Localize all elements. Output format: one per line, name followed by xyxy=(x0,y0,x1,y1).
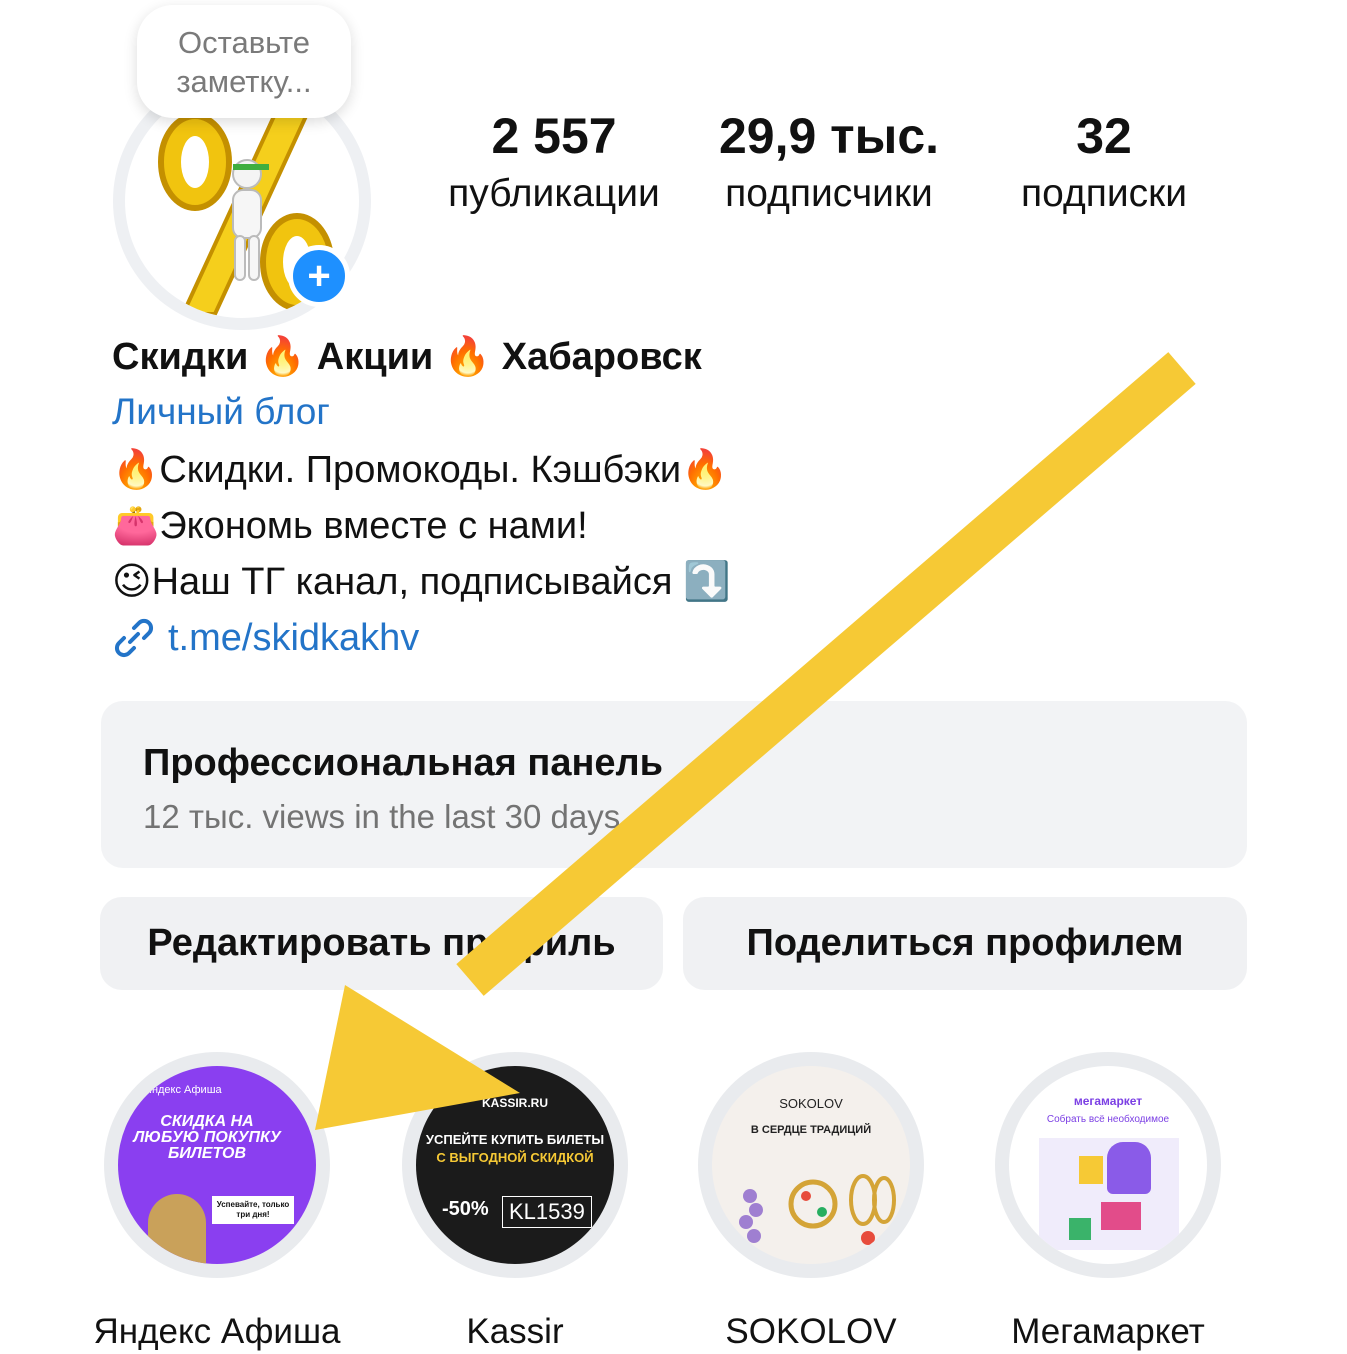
stat-following-label: подписки xyxy=(1021,172,1187,215)
highlight-ring: Яндекс Афиша СКИДКА НА ЛЮБУЮ ПОКУПКУ БИЛ… xyxy=(104,1052,330,1278)
jewelry-icon xyxy=(739,1174,896,1245)
stat-posts[interactable]: 2 557 публикации xyxy=(424,105,684,218)
link-icon xyxy=(114,618,154,658)
highlight-ring: SOKOLOV В СЕРДЦЕ ТРАДИЦИЙ xyxy=(698,1052,924,1278)
highlight-cover: Яндекс Афиша СКИДКА НА ЛЮБУЮ ПОКУПКУ БИЛ… xyxy=(118,1066,316,1264)
cover-brand: SOKOLOV xyxy=(779,1096,843,1111)
plus-icon: + xyxy=(307,253,331,298)
bio-line-2: 👛Экономь вместе с нами! xyxy=(112,505,588,547)
product-grid-image xyxy=(1039,1138,1179,1250)
highlight-label: Kassir xyxy=(466,1312,564,1351)
share-profile-button[interactable]: Поделиться профилем xyxy=(683,897,1247,990)
cover-brand: KASSIR.RU xyxy=(481,1096,548,1110)
highlight-ring: KASSIR.RU УСПЕЙТЕ КУПИТЬ БИЛЕТЫ С ВЫГОДН… xyxy=(402,1052,628,1278)
cover-brand: Яндекс Афиша xyxy=(144,1084,222,1096)
highlight-cover: KASSIR.RU УСПЕЙТЕ КУПИТЬ БИЛЕТЫ С ВЫГОДН… xyxy=(416,1066,614,1264)
add-story-button[interactable]: + xyxy=(288,245,350,307)
stat-posts-label: публикации xyxy=(448,172,660,215)
highlight-kassir[interactable]: KASSIR.RU УСПЕЙТЕ КУПИТЬ БИЛЕТЫ С ВЫГОДН… xyxy=(370,1052,660,1354)
stat-followers-label: подписчики xyxy=(725,172,933,215)
cover-headline: СКИДКА НА ЛЮБУЮ ПОКУПКУ БИЛЕТОВ xyxy=(133,1113,281,1162)
bio-line-3: 😉Наш ТГ канал, подписывайся ⤵️ xyxy=(112,561,731,603)
bio-line-1: 🔥Скидки. Промокоды. Кэшбэки🔥 xyxy=(112,449,729,491)
highlight-cover: SOKOLOV В СЕРДЦЕ ТРАДИЦИЙ xyxy=(712,1066,910,1264)
cover-note: Успевайте, только три дня! xyxy=(212,1196,294,1224)
cover-headline: В СЕРДЦЕ ТРАДИЦИЙ xyxy=(750,1124,872,1136)
highlight-sokolov[interactable]: SOKOLOV В СЕРДЦЕ ТРАДИЦИЙ SOKOLOV xyxy=(666,1052,956,1354)
profile-link-text: t.me/skidkakhv xyxy=(168,617,420,659)
cover-code: KL1539 xyxy=(502,1196,592,1228)
stat-posts-value: 2 557 xyxy=(491,108,617,164)
cover-headline: УСПЕЙТЕ КУПИТЬ БИЛЕТЫ xyxy=(425,1132,605,1147)
stat-followers-value: 29,9 тыс. xyxy=(718,108,940,164)
note-bubble[interactable]: Оставьте заметку... xyxy=(137,5,351,118)
highlight-ring: мегамаркет Собрать всё необходимое xyxy=(995,1052,1221,1278)
microphone-icon xyxy=(148,1194,206,1264)
highlight-label: Мегамаркет xyxy=(1011,1312,1205,1351)
pro-panel-subtitle: 12 тыс. views in the last 30 days xyxy=(143,798,621,835)
cover-headline: Собрать всё необходимое xyxy=(1046,1114,1170,1125)
profile-category: Личный блог xyxy=(112,391,330,432)
cover-discount: -50% xyxy=(442,1198,489,1220)
cover-subline: С ВЫГОДНОЙ СКИДКОЙ xyxy=(436,1150,594,1165)
highlight-yandex-afisha[interactable]: Яндекс Афиша СКИДКА НА ЛЮБУЮ ПОКУПКУ БИЛ… xyxy=(72,1052,362,1354)
highlight-label: Яндекс Афиша xyxy=(93,1312,341,1351)
profile-name: Скидки 🔥 Акции 🔥 Хабаровск xyxy=(112,336,702,378)
profile-link[interactable]: t.me/skidkakhv xyxy=(112,614,419,662)
stat-following-value: 32 xyxy=(1076,108,1132,164)
highlight-label: SOKOLOV xyxy=(725,1312,897,1351)
note-text: Оставьте заметку... xyxy=(176,24,312,99)
edit-profile-label: Редактировать профиль xyxy=(147,922,616,964)
stat-followers[interactable]: 29,9 тыс. подписчики xyxy=(699,105,959,218)
pro-panel-title: Профессиональная панель xyxy=(143,742,664,784)
cover-brand: мегамаркет xyxy=(1073,1094,1143,1108)
share-profile-label: Поделиться профилем xyxy=(746,922,1184,964)
stat-following[interactable]: 32 подписки xyxy=(974,105,1234,218)
highlight-megamarket[interactable]: мегамаркет Собрать всё необходимое Мегам… xyxy=(963,1052,1253,1354)
highlight-cover: мегамаркет Собрать всё необходимое xyxy=(1009,1066,1207,1264)
edit-profile-button[interactable]: Редактировать профиль xyxy=(100,897,663,990)
